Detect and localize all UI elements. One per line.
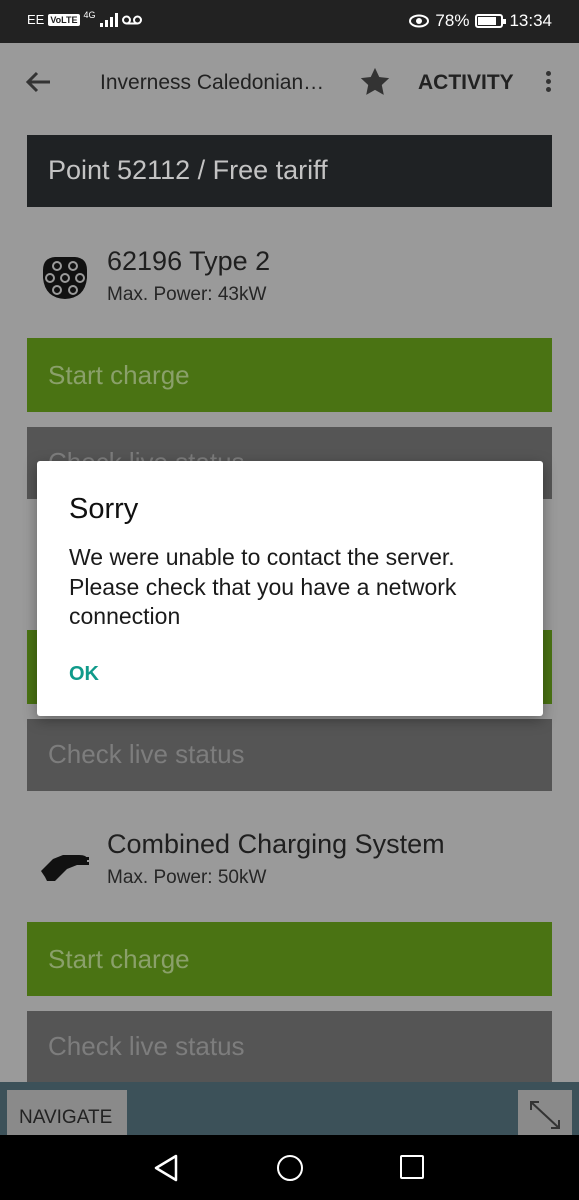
eye-comfort-icon <box>409 14 430 28</box>
connector-name: Combined Charging System <box>107 829 445 859</box>
connector-name: 62196 Type 2 <box>107 246 271 276</box>
connector-power: Max. Power: 50kW <box>107 867 267 888</box>
ok-button[interactable]: OK <box>69 657 124 693</box>
favourite-star-icon[interactable] <box>358 65 392 99</box>
navigate-button[interactable]: NAVIGATE <box>7 1090 127 1135</box>
system-recents-icon[interactable] <box>400 1155 424 1179</box>
back-arrow-icon[interactable] <box>22 65 56 99</box>
point-header: Point 52112 / Free tariff <box>27 135 552 207</box>
dialog-title: Sorry <box>69 493 139 525</box>
connector-row: 62196 Type 2 Max. Power: 43kW <box>27 232 552 322</box>
battery-icon <box>475 14 507 28</box>
activity-button[interactable]: ACTIVITY <box>418 71 514 95</box>
status-left: EE VoLTE 4G <box>27 9 142 27</box>
expand-button[interactable] <box>518 1090 572 1135</box>
bottom-bar: NAVIGATE <box>0 1082 579 1135</box>
status-bar: EE VoLTE 4G 78% 13:34 <box>0 0 579 43</box>
connector-row: Combined Charging System Max. Power: 50k… <box>27 815 552 905</box>
system-navigation-bar <box>0 1135 579 1200</box>
system-back-icon[interactable] <box>152 1153 180 1183</box>
expand-icon <box>530 1101 560 1129</box>
ccs-connector-icon <box>41 855 89 881</box>
network-type: 4G <box>83 9 96 20</box>
error-dialog: Sorry We were unable to contact the serv… <box>37 461 543 716</box>
status-right: 78% 13:34 <box>409 11 552 31</box>
start-charge-button[interactable]: Start charge <box>27 922 552 996</box>
overflow-menu-icon[interactable] <box>540 68 556 96</box>
carrier-label: EE <box>27 12 45 27</box>
start-charge-button[interactable]: Start charge <box>27 338 552 412</box>
check-live-status-button[interactable]: Check live status <box>27 1011 552 1082</box>
connector-power: Max. Power: 43kW <box>107 284 267 305</box>
page-title: Inverness Caledonian… <box>100 71 325 94</box>
check-live-status-button[interactable]: Check live status <box>27 719 552 791</box>
signal-icon <box>99 12 118 27</box>
system-home-icon[interactable] <box>277 1155 303 1181</box>
dialog-message: We were unable to contact the server. Pl… <box>69 544 457 629</box>
battery-percent: 78% <box>435 11 470 30</box>
voicemail-icon <box>121 15 142 24</box>
type2-connector-icon <box>43 257 87 299</box>
app-bar: Inverness Caledonian… ACTIVITY <box>0 43 579 121</box>
volte-badge: VoLTE <box>48 13 80 26</box>
clock: 13:34 <box>509 11 552 30</box>
